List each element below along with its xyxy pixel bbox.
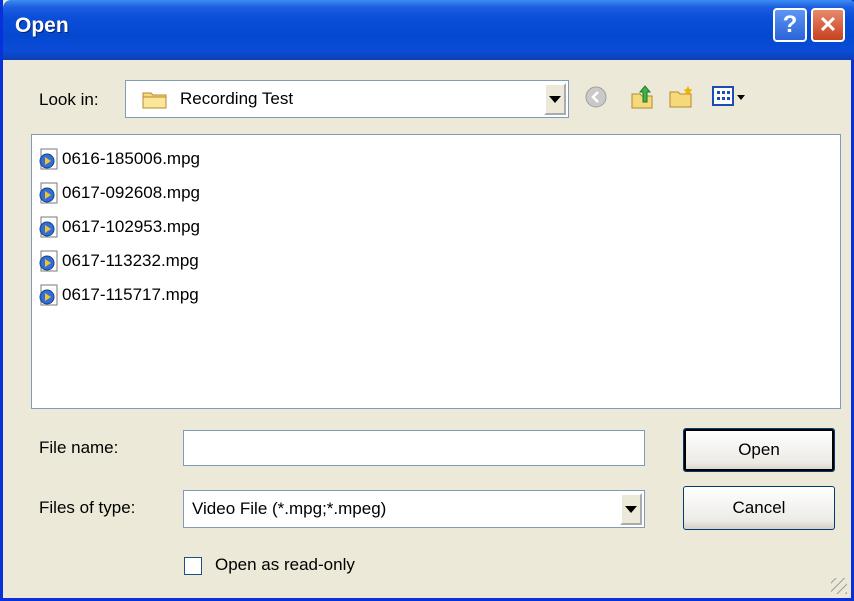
lookin-label: Look in: [39, 90, 99, 110]
up-folder-icon[interactable] [627, 82, 657, 112]
readonly-label[interactable]: Open as read-only [215, 555, 355, 575]
open-button[interactable]: Open [683, 428, 835, 472]
lookin-combo[interactable]: Recording Test [125, 80, 569, 118]
video-file-icon [38, 284, 60, 306]
cancel-button[interactable]: Cancel [683, 486, 835, 530]
lookin-label-text: Look in: [39, 90, 99, 109]
file-list[interactable]: 0616-185006.mpg 0617-092608.mpg 0617-102… [31, 134, 841, 409]
title-bar[interactable]: Open ? ✕ [3, 0, 854, 60]
back-arrow-icon[interactable] [581, 82, 611, 112]
file-name: 0617-115717.mpg [62, 285, 199, 304]
filetype-label: Files of type: [39, 498, 136, 517]
filename-label: File name: [39, 438, 119, 457]
open-dialog: Open ? ✕ Look in: Recording Test 0616-18… [0, 0, 854, 601]
dialog-title: Open [15, 14, 69, 37]
close-button[interactable]: ✕ [811, 8, 845, 42]
video-file-icon [38, 250, 60, 272]
list-item[interactable]: 0617-115717.mpg [38, 281, 199, 309]
filename-input[interactable] [183, 430, 645, 466]
file-name: 0617-102953.mpg [62, 217, 201, 236]
video-file-icon [38, 182, 60, 204]
help-button[interactable]: ? [773, 8, 807, 42]
resize-grip[interactable] [831, 578, 847, 594]
video-file-icon [38, 216, 60, 238]
file-name: 0617-113232.mpg [62, 251, 199, 270]
file-name: 0616-185006.mpg [62, 149, 201, 168]
views-menu-icon[interactable] [709, 82, 753, 112]
lookin-value: Recording Test [180, 89, 294, 108]
list-item[interactable]: 0616-185006.mpg [38, 145, 200, 173]
list-item[interactable]: 0617-102953.mpg [38, 213, 200, 241]
video-file-icon [38, 148, 60, 170]
readonly-checkbox[interactable] [184, 557, 202, 575]
filetype-value: Video File (*.mpg;*.mpeg) [192, 499, 387, 518]
filetype-dropdown-button[interactable] [620, 493, 642, 525]
lookin-dropdown-button[interactable] [544, 83, 566, 115]
folder-icon [142, 89, 168, 114]
new-folder-icon[interactable] [667, 82, 697, 112]
file-name: 0617-092608.mpg [62, 183, 201, 202]
list-item[interactable]: 0617-092608.mpg [38, 179, 200, 207]
filetype-combo[interactable]: Video File (*.mpg;*.mpeg) [183, 490, 645, 528]
list-item[interactable]: 0617-113232.mpg [38, 247, 199, 275]
